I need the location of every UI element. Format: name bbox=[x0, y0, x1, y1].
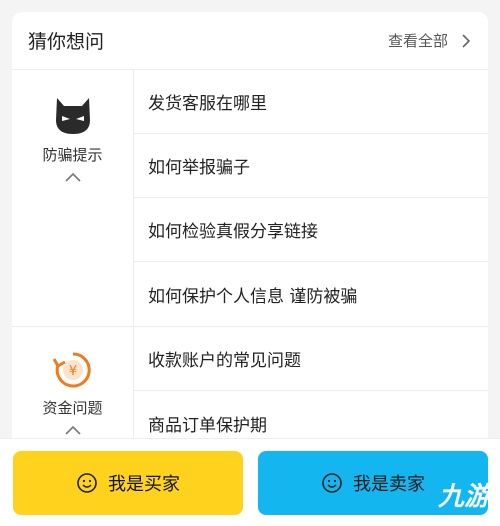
card-title: 猜你想问 bbox=[28, 31, 105, 53]
faq-card: 猜你想问 查看全部 防骗提示 发货客服在哪里 如何举报骗子 如何检验真假分享链接… bbox=[12, 12, 488, 452]
question-item[interactable]: 如何保护个人信息 谨防被骗 bbox=[134, 262, 488, 326]
view-all-link[interactable]: 查看全部 bbox=[388, 30, 472, 51]
chevron-up-icon[interactable] bbox=[64, 171, 82, 183]
view-all-label: 查看全部 bbox=[387, 32, 448, 50]
bottom-action-bar: 我是买家 我是卖家 bbox=[0, 438, 500, 526]
buyer-label: 我是买家 bbox=[108, 474, 180, 495]
devil-face-icon bbox=[55, 98, 90, 134]
refund-yen-icon: ¥ bbox=[52, 352, 91, 388]
buyer-button[interactable]: 我是买家 bbox=[13, 451, 243, 515]
chevron-up-icon[interactable] bbox=[64, 424, 82, 436]
chevron-right-icon bbox=[462, 33, 471, 48]
question-list: 发货客服在哪里 如何举报骗子 如何检验真假分享链接 如何保护个人信息 谨防被骗 bbox=[134, 70, 488, 326]
seller-label: 我是卖家 bbox=[353, 474, 425, 495]
section-label: 防骗提示 bbox=[42, 146, 103, 164]
svg-text:¥: ¥ bbox=[68, 364, 76, 379]
section-fraud-tips: 防骗提示 发货客服在哪里 如何举报骗子 如何检验真假分享链接 如何保护个人信息 … bbox=[12, 70, 488, 327]
question-item[interactable]: 收款账户的常见问题 bbox=[134, 327, 488, 391]
question-list: 收款账户的常见问题 商品订单保护期 bbox=[134, 327, 488, 452]
question-item[interactable]: 如何举报骗子 bbox=[134, 134, 488, 198]
question-item[interactable]: 如何检验真假分享链接 bbox=[134, 198, 488, 262]
section-funds: ¥ 资金问题 收款账户的常见问题 商品订单保护期 bbox=[12, 327, 488, 452]
smile-icon bbox=[77, 473, 97, 493]
section-category-funds[interactable]: ¥ 资金问题 bbox=[12, 327, 134, 452]
card-header: 猜你想问 查看全部 bbox=[12, 12, 488, 70]
section-label: 资金问题 bbox=[42, 399, 103, 417]
watermark-logo: 九游 bbox=[437, 482, 490, 512]
section-category-fraud[interactable]: 防骗提示 bbox=[12, 70, 134, 326]
question-item[interactable]: 发货客服在哪里 bbox=[134, 70, 488, 134]
smile-icon bbox=[322, 473, 342, 493]
